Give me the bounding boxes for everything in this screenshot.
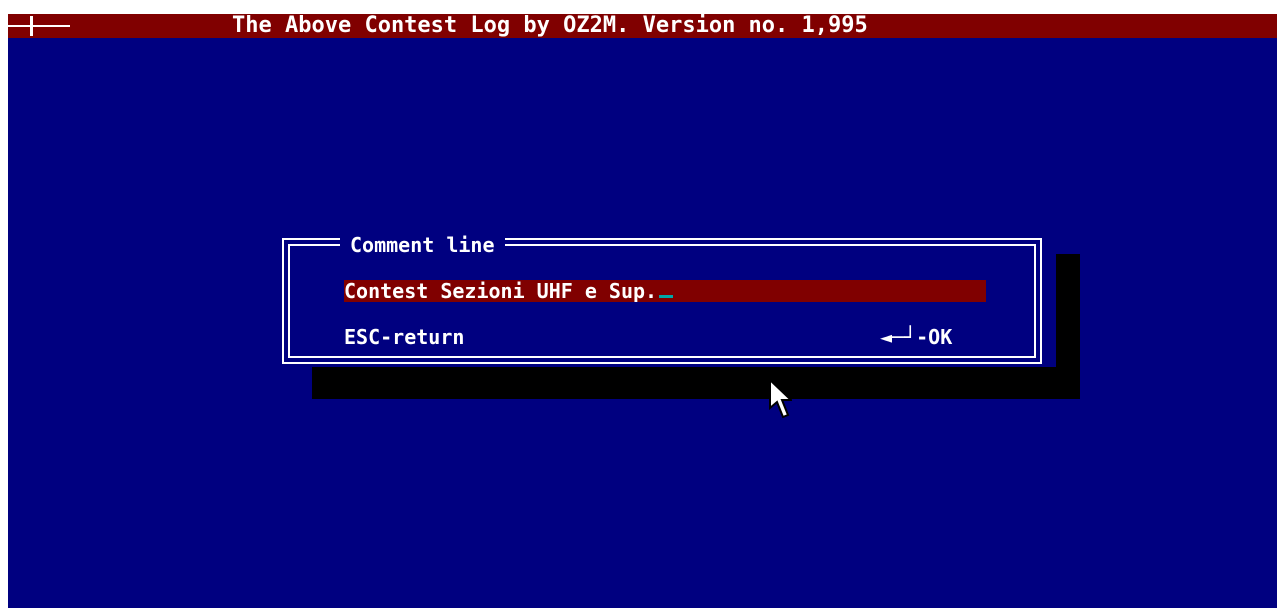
dos-screen: The Above Contest Log by OZ2M. Version n… xyxy=(8,14,1277,608)
escape-return-hint[interactable]: ESC-return xyxy=(344,326,464,348)
title-bar: The Above Contest Log by OZ2M. Version n… xyxy=(8,14,1277,38)
text-cursor xyxy=(659,295,674,298)
comment-input[interactable]: Contest Sezioni UHF e Sup. xyxy=(344,280,986,302)
mouse-pointer-icon xyxy=(769,378,792,419)
window-title: The Above Contest Log by OZ2M. Version n… xyxy=(232,13,868,38)
dialog-title: Comment line xyxy=(340,234,505,256)
system-menu-icon[interactable] xyxy=(8,14,70,38)
enter-ok-hint[interactable]: ◄─┘-OK xyxy=(880,326,952,348)
system-menu-bar xyxy=(8,25,70,27)
comment-input-value: Contest Sezioni UHF e Sup. xyxy=(344,280,674,302)
system-menu-notch xyxy=(30,16,33,36)
comment-line-dialog: Comment line Contest Sezioni UHF e Sup. … xyxy=(274,234,1056,367)
